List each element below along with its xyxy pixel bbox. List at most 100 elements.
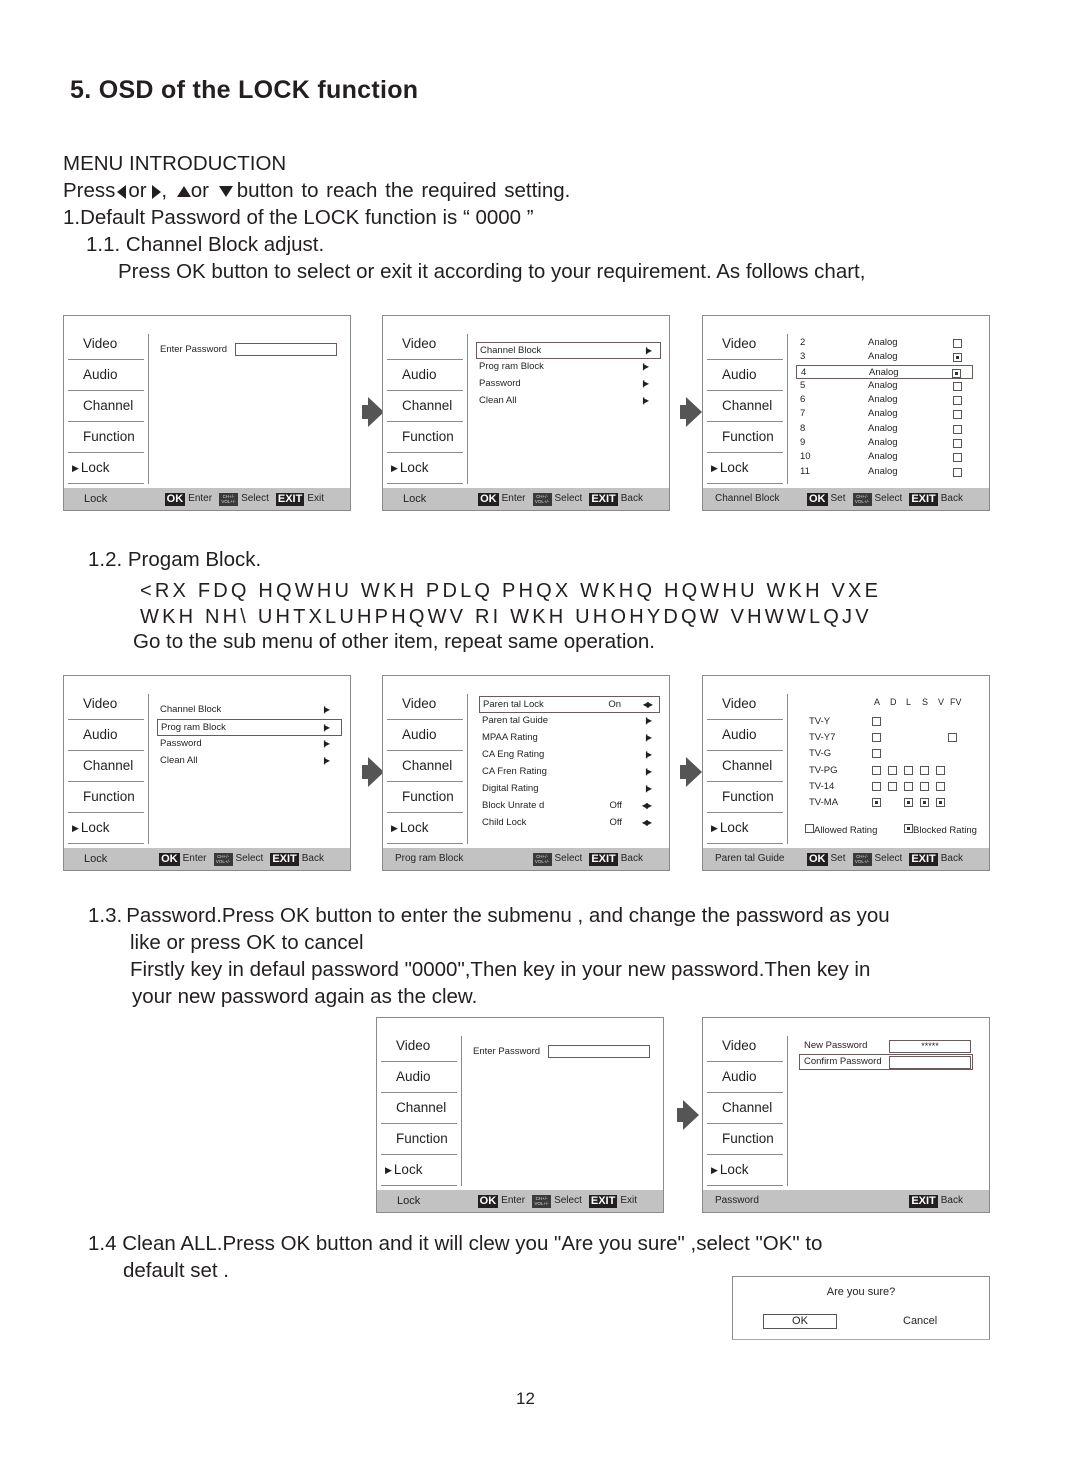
- dialog-ok-button[interactable]: OK: [763, 1314, 837, 1329]
- submenu-clean-all[interactable]: Clean All ||▶: [476, 393, 661, 410]
- allowed-rating-checkbox[interactable]: [872, 781, 881, 791]
- menu-item-channel[interactable]: Channel: [381, 1094, 457, 1124]
- menu-item-function[interactable]: Function: [68, 423, 144, 453]
- submenu-program-block[interactable]: Prog ram Block ||▶: [476, 359, 661, 376]
- menu-item-function[interactable]: Function: [387, 423, 463, 453]
- menu-item-channel[interactable]: Channel: [68, 392, 144, 422]
- menu-item-channel[interactable]: Channel: [387, 752, 463, 782]
- blocked-lock-icon[interactable]: [952, 368, 961, 378]
- submenu-program-block[interactable]: Prog ram Block ||▶: [157, 719, 342, 736]
- unblocked-checkbox-icon[interactable]: [953, 467, 962, 477]
- unblocked-checkbox-icon[interactable]: [953, 381, 962, 391]
- menu-item-lock[interactable]: ▶ Lock: [387, 454, 463, 484]
- menu-item-lock[interactable]: ▶ Lock: [381, 1156, 457, 1186]
- menu-item-channel[interactable]: Channel: [68, 752, 144, 782]
- channel-row[interactable]: 6 Analog: [796, 393, 973, 407]
- dialog-cancel-button[interactable]: Cancel: [903, 1315, 937, 1327]
- new-password-field[interactable]: *****: [889, 1040, 971, 1053]
- menu-item-audio[interactable]: Audio: [707, 1063, 783, 1093]
- program-block-item[interactable]: Paren tal Lock On ◀▶: [479, 696, 660, 713]
- menu-item-video[interactable]: Video: [387, 690, 463, 720]
- menu-item-lock[interactable]: ▶ Lock: [707, 1156, 783, 1186]
- menu-item-channel[interactable]: Channel: [387, 392, 463, 422]
- menu-item-audio[interactable]: Audio: [387, 721, 463, 751]
- menu-item-video[interactable]: Video: [68, 690, 144, 720]
- main-menu: Video Audio Channel Function ▶ Lock: [68, 690, 144, 845]
- channel-row[interactable]: 9 Analog: [796, 436, 973, 450]
- allowed-rating-checkbox[interactable]: [920, 781, 929, 791]
- submenu-password[interactable]: Password ||▶: [157, 736, 342, 753]
- allowed-rating-checkbox[interactable]: [872, 765, 881, 775]
- menu-item-video[interactable]: Video: [381, 1032, 457, 1062]
- unblocked-checkbox-icon[interactable]: [953, 339, 962, 348]
- unblocked-checkbox-icon[interactable]: [953, 424, 962, 434]
- menu-item-function[interactable]: Function: [387, 783, 463, 813]
- submenu-password[interactable]: Password ||▶: [476, 376, 661, 393]
- menu-item-lock[interactable]: ▶ Lock: [707, 454, 783, 484]
- blocked-rating-icon[interactable]: [920, 798, 929, 807]
- program-block-item[interactable]: Paren tal Guide ||▶: [479, 713, 660, 730]
- menu-item-function[interactable]: Function: [707, 423, 783, 453]
- menu-item-video[interactable]: Video: [707, 330, 783, 360]
- allowed-rating-checkbox[interactable]: [888, 765, 897, 775]
- menu-item-video[interactable]: Video: [387, 330, 463, 360]
- allowed-rating-checkbox[interactable]: [872, 749, 881, 759]
- program-block-item[interactable]: CA Eng Rating ||▶: [479, 747, 660, 764]
- allowed-rating-checkbox[interactable]: [948, 733, 957, 743]
- program-block-item[interactable]: Block Unrate d Off ◀▶: [479, 798, 660, 815]
- submenu-channel-block[interactable]: Channel Block ||▶: [157, 702, 342, 719]
- menu-item-audio[interactable]: Audio: [381, 1063, 457, 1093]
- menu-item-function[interactable]: Function: [707, 1125, 783, 1155]
- menu-item-video[interactable]: Video: [68, 330, 144, 360]
- blocked-rating-icon[interactable]: [904, 798, 913, 807]
- default-password-note: 1.Default Password of the LOCK function …: [63, 206, 534, 229]
- menu-item-channel[interactable]: Channel: [707, 1094, 783, 1124]
- program-block-item[interactable]: Digital Rating ||▶: [479, 781, 660, 798]
- select-hint: Select: [874, 493, 903, 504]
- menu-item-channel[interactable]: Channel: [707, 392, 783, 422]
- program-block-item[interactable]: MPAA Rating ||▶: [479, 730, 660, 747]
- unblocked-checkbox-icon[interactable]: [953, 439, 962, 449]
- channel-row[interactable]: 5 Analog: [796, 379, 973, 393]
- allowed-rating-checkbox[interactable]: [920, 765, 929, 775]
- menu-item-lock[interactable]: ▶ Lock: [68, 454, 144, 484]
- channel-row[interactable]: 4 Analog: [796, 364, 973, 379]
- menu-item-function[interactable]: Function: [68, 783, 144, 813]
- channel-row[interactable]: 7 Analog: [796, 407, 973, 421]
- menu-item-audio[interactable]: Audio: [707, 361, 783, 391]
- allowed-rating-checkbox[interactable]: [888, 781, 897, 791]
- password-field[interactable]: [235, 343, 338, 356]
- blocked-rating-icon[interactable]: [936, 798, 945, 807]
- channel-row[interactable]: 8 Analog: [796, 422, 973, 436]
- confirm-password-field[interactable]: [889, 1056, 971, 1069]
- menu-item-video[interactable]: Video: [707, 1032, 783, 1062]
- menu-item-lock[interactable]: ▶ Lock: [387, 814, 463, 844]
- program-block-item[interactable]: CA Fren Rating ||▶: [479, 764, 660, 781]
- program-block-item[interactable]: Child Lock Off ◀▶: [479, 815, 660, 832]
- allowed-rating-checkbox[interactable]: [936, 781, 945, 791]
- unblocked-checkbox-icon[interactable]: [953, 410, 962, 420]
- unblocked-checkbox-icon[interactable]: [953, 396, 962, 406]
- password-field[interactable]: [548, 1045, 651, 1058]
- blocked-lock-icon[interactable]: [953, 353, 962, 363]
- menu-item-lock[interactable]: ▶ Lock: [68, 814, 144, 844]
- submenu-channel-block[interactable]: Channel Block ||▶: [476, 342, 661, 359]
- unblocked-checkbox-icon[interactable]: [953, 453, 962, 463]
- menu-item-audio[interactable]: Audio: [68, 361, 144, 391]
- channel-row[interactable]: 2 Analog: [796, 336, 973, 350]
- menu-item-audio[interactable]: Audio: [387, 361, 463, 391]
- channel-row[interactable]: 3 Analog: [796, 350, 973, 364]
- submenu-clean-all[interactable]: Clean All ||▶: [157, 753, 342, 770]
- left-right-arrow-icon: ◀▶: [641, 818, 652, 827]
- allowed-rating-checkbox[interactable]: [872, 717, 881, 726]
- allowed-rating-checkbox[interactable]: [904, 781, 913, 791]
- allowed-rating-checkbox[interactable]: [872, 733, 881, 743]
- allowed-rating-checkbox[interactable]: [936, 765, 945, 775]
- blocked-rating-icon[interactable]: [872, 798, 881, 807]
- menu-item-audio[interactable]: Audio: [68, 721, 144, 751]
- allowed-rating-checkbox[interactable]: [904, 765, 913, 775]
- channel-row[interactable]: 11 Analog: [796, 465, 973, 479]
- channel-row[interactable]: 10 Analog: [796, 450, 973, 464]
- menu-item-function[interactable]: Function: [381, 1125, 457, 1155]
- submenu-arrow-icon: ||▶: [645, 767, 652, 776]
